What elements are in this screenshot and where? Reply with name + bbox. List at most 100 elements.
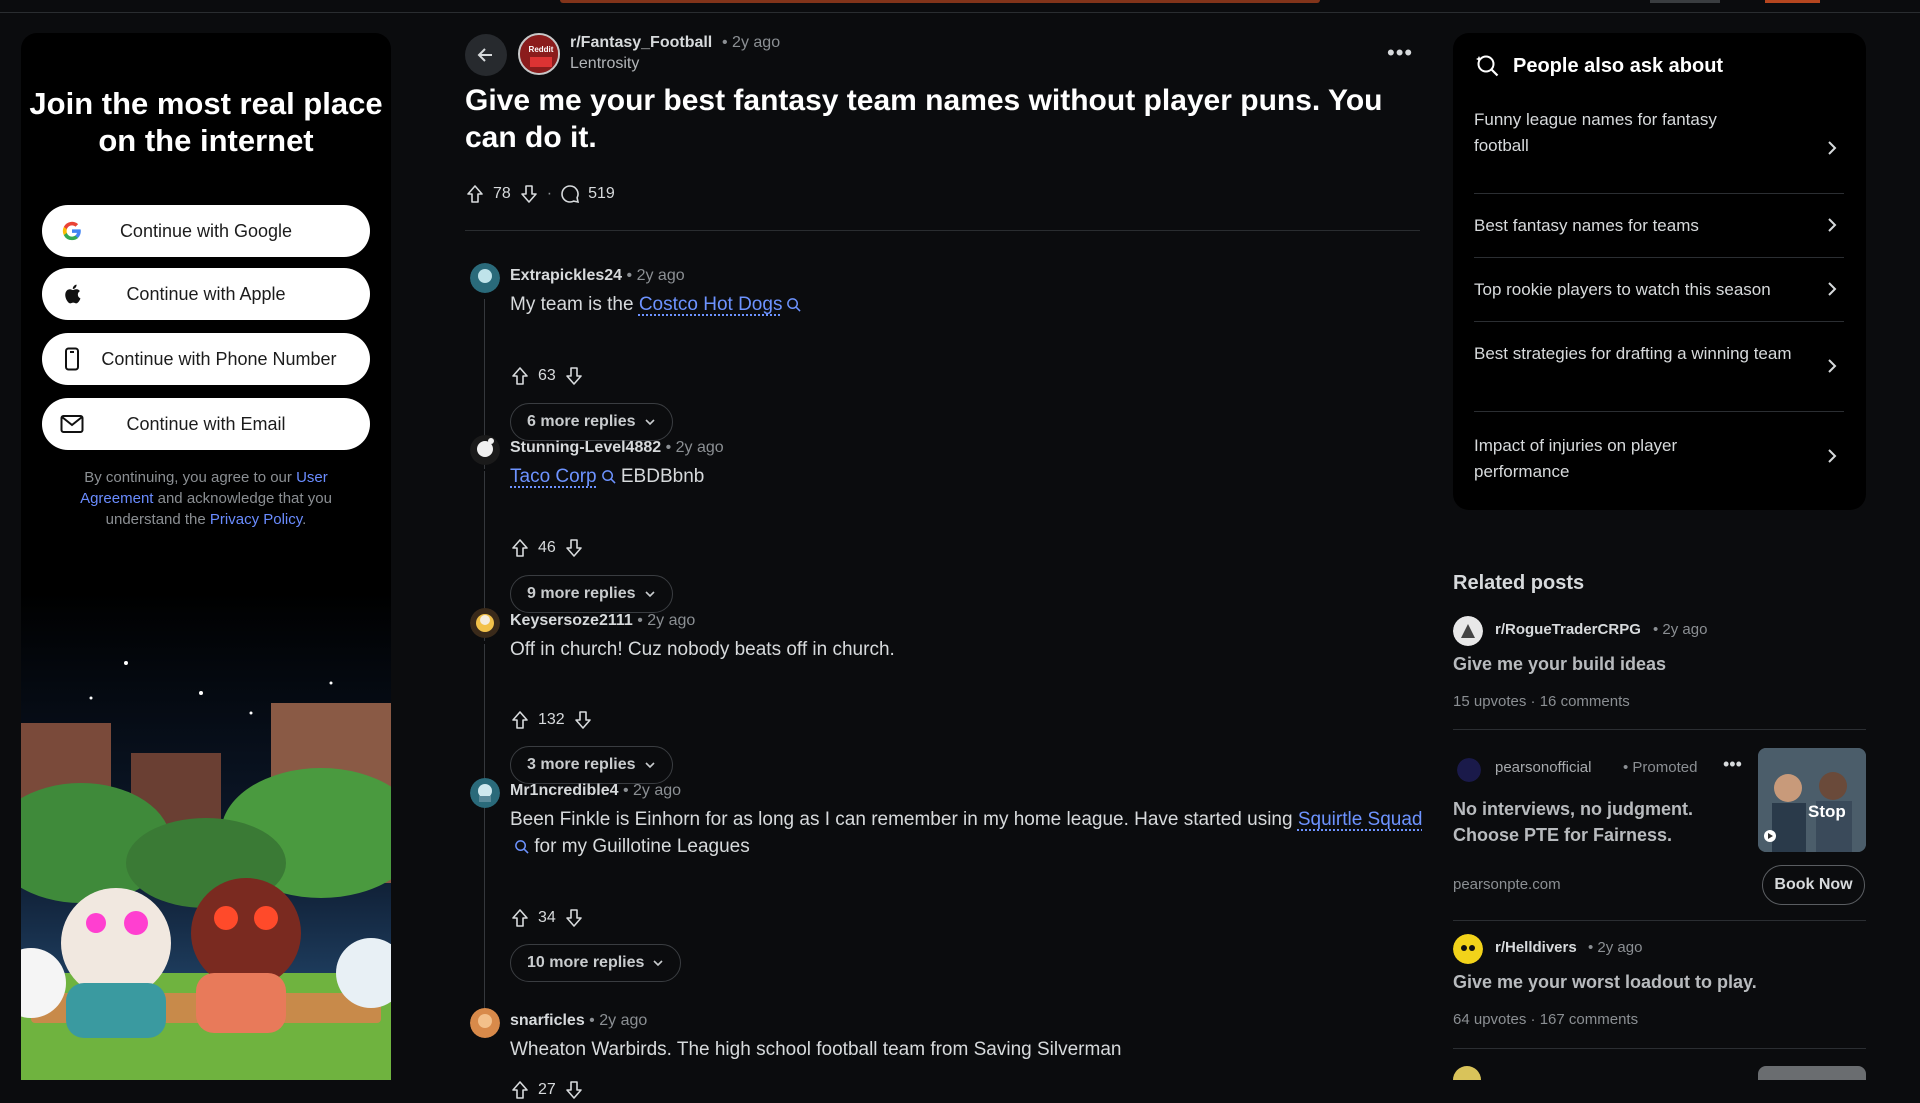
divider xyxy=(1453,1048,1866,1049)
ask-item[interactable]: Best strategies for drafting a winning t… xyxy=(1474,321,1844,412)
related-post-time: • 2y ago xyxy=(1588,939,1643,956)
downvote-icon[interactable] xyxy=(564,538,584,558)
related-post-title[interactable]: Give me your build ideas xyxy=(1453,654,1666,675)
upvote-icon[interactable] xyxy=(465,184,485,204)
more-replies-label: 6 more replies xyxy=(527,413,636,430)
thread-line[interactable] xyxy=(484,814,485,1014)
comment-text: EBDBbnb xyxy=(615,466,705,487)
more-options-icon[interactable]: ••• xyxy=(1723,754,1742,775)
ask-item[interactable]: Funny league names for fantasy football xyxy=(1474,103,1844,194)
vote-count: 27 xyxy=(538,1081,556,1098)
post-author-link[interactable]: Lentrosity xyxy=(570,55,639,73)
downvote-icon[interactable] xyxy=(564,1080,584,1100)
ask-item-label: Funny league names for fantasy football xyxy=(1474,110,1717,155)
ask-item[interactable]: Top rookie players to watch this season xyxy=(1474,257,1844,322)
post-time: • 2y ago xyxy=(722,34,781,51)
continue-phone-button[interactable]: Continue with Phone Number xyxy=(42,333,370,385)
continue-apple-button[interactable]: Continue with Apple xyxy=(42,268,370,320)
related-post[interactable]: r/Helldivers • 2y ago Give me your worst… xyxy=(1453,934,1866,1034)
comment-body: Been Finkle is Einhorn for as long as I … xyxy=(510,806,1430,860)
subreddit-name-link[interactable]: r/Fantasy_Football xyxy=(570,34,712,52)
downvote-icon[interactable] xyxy=(519,184,539,204)
promo-thumbnail[interactable]: Stop xyxy=(1758,748,1866,852)
related-posts-heading: Related posts xyxy=(1453,572,1585,594)
comment-time: • 2y ago xyxy=(589,1012,648,1029)
comment-author[interactable]: Mr1ncredible4 • 2y ago xyxy=(510,782,681,800)
login-button-edge[interactable] xyxy=(1765,0,1820,3)
comment-body: Taco Corp EBDBbnb xyxy=(510,463,1430,490)
comment-author[interactable]: Extrapickles24 • 2y ago xyxy=(510,267,685,285)
downvote-icon[interactable] xyxy=(573,710,593,730)
avatar xyxy=(1453,1066,1481,1080)
post-vote-row: 78 · 519 xyxy=(465,180,615,208)
related-post-thumbnail[interactable] xyxy=(1758,1066,1866,1080)
comment-time: • 2y ago xyxy=(665,439,724,456)
avatar[interactable] xyxy=(470,778,500,808)
subreddit-avatar[interactable]: Reddit xyxy=(518,33,560,75)
promo-thumbnail-text: Stop xyxy=(1808,802,1846,821)
search-icon xyxy=(515,840,529,855)
avatar[interactable] xyxy=(470,263,500,293)
ask-item[interactable]: Best fantasy names for teams xyxy=(1474,193,1844,258)
legal-text: By continuing, you agree to our xyxy=(84,469,297,486)
upvote-icon[interactable] xyxy=(510,366,530,386)
comment-votes: 34 xyxy=(510,905,584,931)
promo-domain[interactable]: pearsonpte.com xyxy=(1453,876,1561,893)
comment-icon[interactable] xyxy=(560,184,580,204)
more-replies-button[interactable]: 9 more replies xyxy=(510,575,673,613)
search-term-link[interactable]: Taco Corp xyxy=(510,466,616,487)
divider xyxy=(1453,920,1866,921)
continue-google-button[interactable]: Continue with Google xyxy=(42,205,370,257)
back-button[interactable] xyxy=(465,34,507,76)
upvote-icon[interactable] xyxy=(510,1080,530,1100)
downvote-icon[interactable] xyxy=(564,366,584,386)
more-replies-button[interactable]: 3 more replies xyxy=(510,746,673,784)
chevron-right-icon xyxy=(1828,282,1837,296)
comment-author[interactable]: Stunning-Level4882 • 2y ago xyxy=(510,439,724,457)
comment-author[interactable]: snarficles • 2y ago xyxy=(510,1012,647,1030)
chevron-right-icon xyxy=(1828,141,1837,155)
apple-icon xyxy=(60,282,84,306)
upvote-icon[interactable] xyxy=(510,908,530,928)
ask-item-label: Impact of injuries on player performance xyxy=(1474,436,1678,481)
related-post[interactable]: r/RogueTraderCRPG • 2y ago Give me your … xyxy=(1453,616,1866,716)
search-bar-edge[interactable] xyxy=(560,0,1320,3)
related-post-subreddit[interactable]: r/Helldivers xyxy=(1495,939,1577,956)
promoted-tag: • Promoted xyxy=(1623,759,1698,776)
downvote-icon[interactable] xyxy=(564,908,584,928)
avatar[interactable] xyxy=(470,608,500,638)
search-icon xyxy=(601,470,616,485)
upvote-icon[interactable] xyxy=(510,538,530,558)
comment-author-name: Keysersoze2111 xyxy=(510,612,633,629)
more-replies-button[interactable]: 6 more replies xyxy=(510,403,673,441)
search-icon xyxy=(787,298,802,313)
comment-text: Wheaton Warbirds. The high school footba… xyxy=(510,1039,1122,1060)
more-options-icon[interactable]: ••• xyxy=(1387,40,1413,66)
related-post-title[interactable]: Give me your worst loadout to play. xyxy=(1453,972,1757,993)
arrow-left-icon xyxy=(477,48,492,62)
privacy-policy-link[interactable]: Privacy Policy xyxy=(210,511,302,528)
avatar[interactable] xyxy=(470,1008,500,1038)
comment-body: Off in church! Cuz nobody beats off in c… xyxy=(510,636,1430,663)
related-post-meta: 15 upvotes · 16 comments xyxy=(1453,693,1630,710)
upvote-icon[interactable] xyxy=(510,710,530,730)
nav-button-edge[interactable] xyxy=(1650,0,1720,3)
search-term-link[interactable]: Costco Hot Dogs xyxy=(639,294,802,315)
chevron-down-icon xyxy=(644,762,655,769)
book-now-button[interactable]: Book Now xyxy=(1762,865,1865,905)
related-post-subreddit[interactable]: r/RogueTraderCRPG xyxy=(1495,621,1641,638)
avatar xyxy=(1453,934,1483,964)
comment-author[interactable]: Keysersoze2111 • 2y ago xyxy=(510,612,695,630)
chevron-right-icon xyxy=(1828,449,1837,463)
promo-advertiser[interactable]: pearsonofficial xyxy=(1495,759,1591,776)
more-replies-button[interactable]: 10 more replies xyxy=(510,944,682,982)
ask-item-label: Top rookie players to watch this season xyxy=(1474,280,1771,299)
more-replies-label: 3 more replies xyxy=(527,756,636,773)
chevron-down-icon xyxy=(644,591,655,598)
link-text: Costco Hot Dogs xyxy=(638,294,783,315)
continue-email-button[interactable]: Continue with Email xyxy=(42,398,370,450)
comment-votes: 27 xyxy=(510,1077,584,1103)
promo-title[interactable]: No interviews, no judgment. Choose PTE f… xyxy=(1453,796,1733,848)
avatar[interactable] xyxy=(470,435,500,465)
ask-item[interactable]: Impact of injuries on player performance xyxy=(1474,411,1844,501)
